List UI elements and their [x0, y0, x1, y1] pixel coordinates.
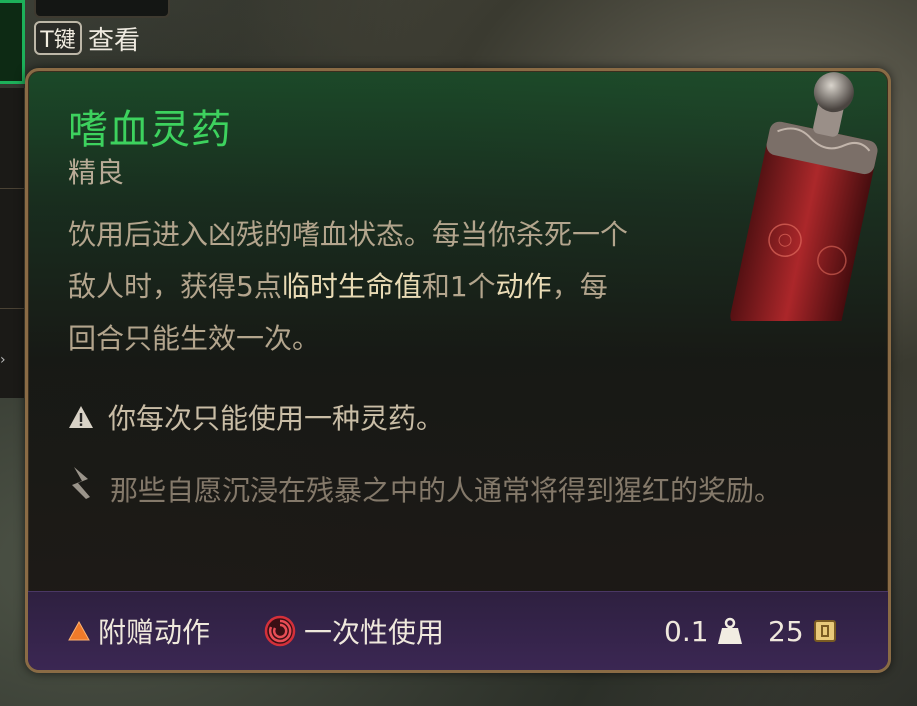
key-hint: T键 — [34, 21, 82, 55]
weight-value: 0.1 — [664, 614, 709, 648]
weight-icon — [717, 617, 742, 644]
single-use-swirl-icon — [264, 615, 296, 647]
examine-hint[interactable]: T键 查看 — [34, 16, 166, 60]
usage-type: 一次性使用 — [264, 592, 444, 670]
warning-text: 你每次只能使用一种灵药。 — [108, 402, 445, 435]
weight-stat: 0.1 — [664, 592, 743, 670]
panel-divider — [0, 188, 24, 189]
item-tooltip: 嗜血灵药 精良 饮用后进入凶残的嗜血状态。每当你杀死一个敌人时，获得5点临时生命… — [25, 68, 891, 673]
warning-icon — [69, 406, 93, 428]
flavor-text: 那些自愿沉浸在残暴之中的人通常将得到猩红的奖励。 — [110, 474, 783, 507]
hotbar-slot[interactable] — [0, 0, 25, 84]
item-description: 饮用后进入凶残的嗜血状态。每当你杀死一个敌人时，获得5点临时生命值和1个动作，每… — [68, 209, 628, 365]
examine-label: 查看 — [88, 25, 141, 56]
action-link[interactable]: 动作 — [496, 270, 552, 303]
description-text: 和1个 — [421, 270, 496, 303]
item-rarity: 精良 — [68, 156, 125, 189]
chevron-right-icon[interactable]: › — [0, 350, 14, 370]
warning-row: 你每次只能使用一种灵药。 — [68, 397, 444, 437]
tooltip-footer: 附赠动作 一次性使用 0.1 25 — [28, 591, 888, 670]
temp-hp-link[interactable]: 临时生命值 — [282, 270, 422, 303]
value-stat: 25 — [768, 592, 838, 670]
quill-icon — [72, 467, 90, 499]
bonus-action-triangle-icon — [68, 621, 90, 641]
action-type-label: 附赠动作 — [98, 616, 211, 649]
panel-divider — [0, 308, 24, 309]
gold-value: 25 — [768, 614, 804, 648]
potion-image — [730, 72, 878, 321]
gold-coin-icon — [813, 620, 836, 642]
usage-label: 一次性使用 — [304, 616, 445, 649]
item-name: 嗜血灵药 — [68, 107, 232, 153]
action-type: 附赠动作 — [68, 592, 210, 670]
